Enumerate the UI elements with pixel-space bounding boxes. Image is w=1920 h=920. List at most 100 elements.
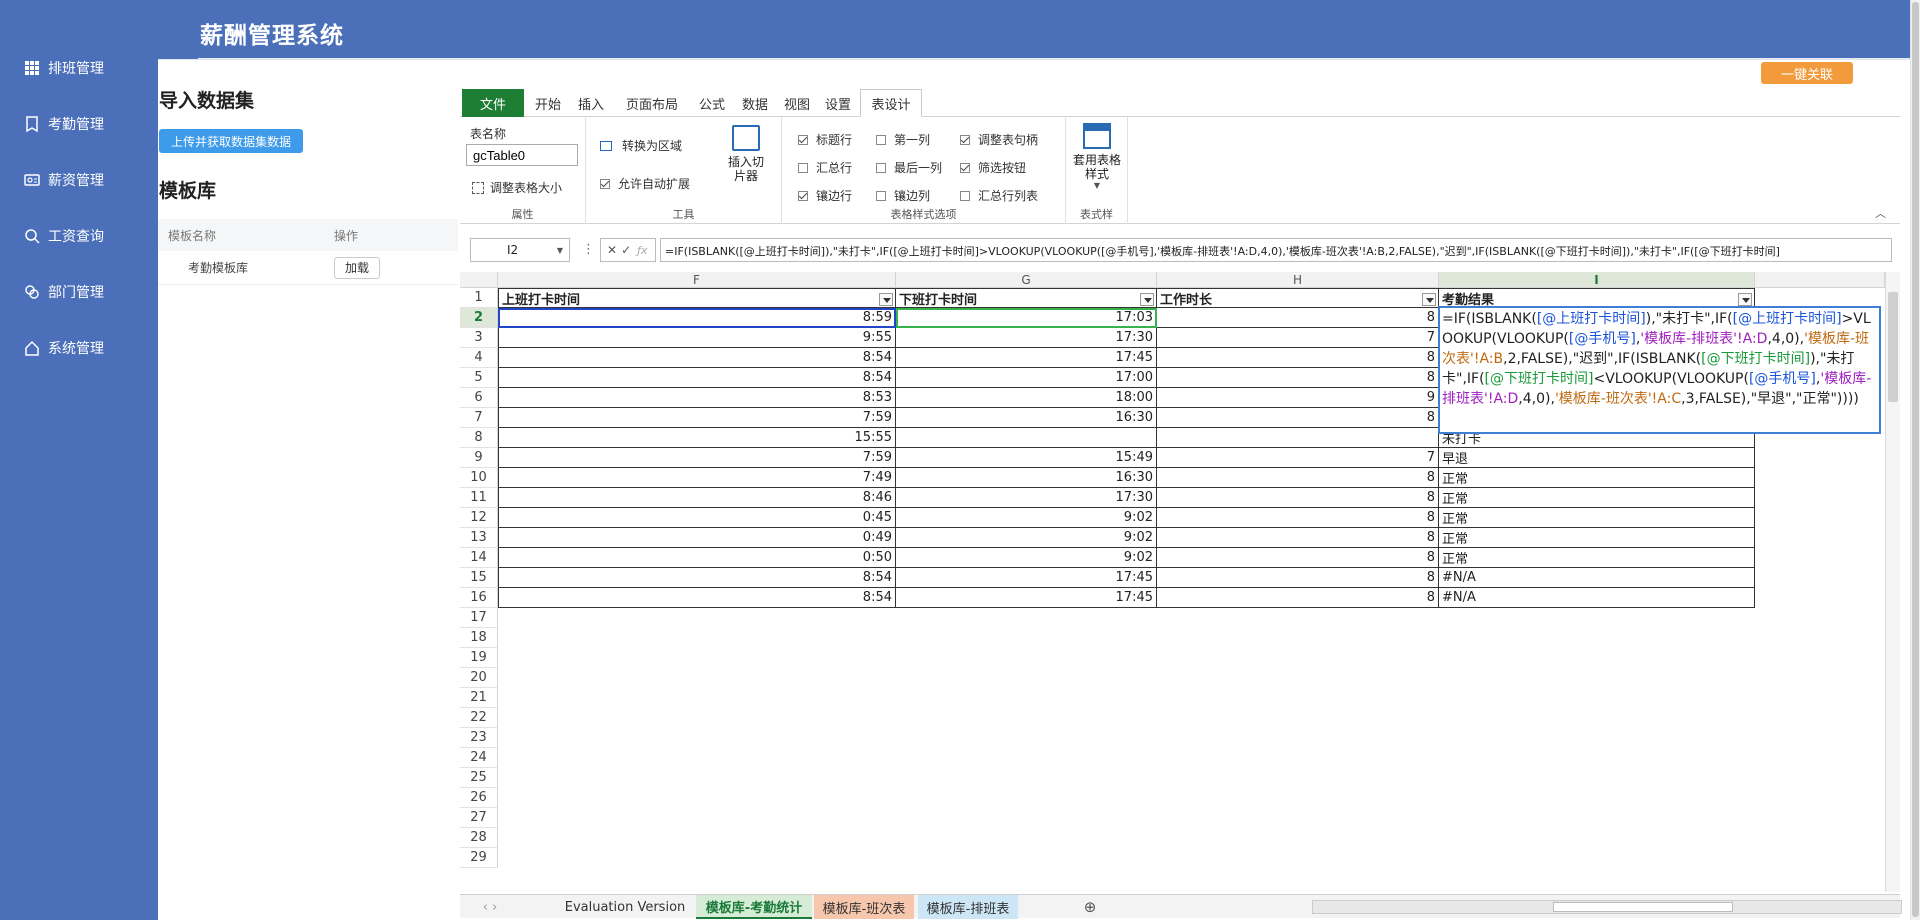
cancel-icon[interactable]: ✕ (607, 243, 617, 257)
sheet-tab-evaluation[interactable]: Evaluation Version (560, 895, 690, 919)
add-sheet-icon[interactable]: ⊕ (1078, 895, 1102, 919)
table-cell[interactable]: 8 (1157, 508, 1439, 528)
table-cell[interactable]: 8:46 (498, 488, 896, 508)
tab-insert[interactable]: 插入 (570, 89, 612, 117)
option-first-column[interactable]: 第一列 (876, 131, 930, 148)
sidebar-item-department[interactable]: 部门管理 (0, 277, 158, 307)
row-header[interactable]: 16 (460, 588, 498, 608)
row-header[interactable]: 6 (460, 388, 498, 408)
table-cell[interactable]: 15:49 (896, 448, 1157, 468)
table-cell[interactable]: 7 (1157, 328, 1439, 348)
option-resize-handle[interactable]: 调整表句柄 (960, 131, 1038, 148)
tab-settings[interactable]: 设置 (818, 89, 858, 117)
vertical-scrollbar-thumb[interactable] (1888, 292, 1898, 402)
cell-formula-editor[interactable]: =IF(ISBLANK([@上班打卡时间]),"未打卡",IF([@上班打卡时间… (1438, 306, 1881, 434)
filter-dropdown-icon[interactable] (879, 293, 893, 306)
table-cell[interactable]: 8:53 (498, 388, 896, 408)
page-scrollbar-thumb[interactable] (1912, 2, 1919, 917)
option-banded-columns[interactable]: 镶边列 (876, 187, 930, 204)
sidebar-item-system[interactable]: 系统管理 (0, 333, 158, 363)
more-icon[interactable]: ⋮ (582, 242, 595, 257)
option-last-column[interactable]: 最后一列 (876, 159, 942, 176)
sheet-grid[interactable]: F G H I 1 上班打卡时间 下班打卡时间 工作时长 考勤结果 2 8:59 17:03 8… (460, 272, 1885, 892)
table-cell[interactable]: 0:45 (498, 508, 896, 528)
table-cell[interactable]: 17:00 (896, 368, 1157, 388)
sheet-nav-arrows[interactable]: ‹ › (470, 895, 510, 919)
filter-dropdown-icon[interactable] (1140, 293, 1154, 306)
row-header[interactable]: 23 (460, 728, 498, 748)
table-header-cell[interactable]: 下班打卡时间 (896, 288, 1157, 308)
allow-auto-expand-checkbox[interactable]: 允许自动扩展 (600, 175, 690, 192)
row-header[interactable]: 8 (460, 428, 498, 448)
table-header-cell[interactable]: 工作时长 (1157, 288, 1439, 308)
collapse-ribbon-icon[interactable]: ︿ (1875, 205, 1886, 221)
table-cell[interactable]: 0:49 (498, 528, 896, 548)
horizontal-scrollbar-thumb[interactable] (1553, 902, 1733, 912)
table-cell[interactable]: 17:30 (896, 488, 1157, 508)
horizontal-scrollbar[interactable] (1312, 900, 1902, 914)
table-cell[interactable]: 正常 (1439, 548, 1755, 568)
fx-icon[interactable]: ƒx (637, 244, 647, 257)
row-header[interactable]: 14 (460, 548, 498, 568)
row-header[interactable]: 11 (460, 488, 498, 508)
option-total-row[interactable]: 汇总行 (798, 159, 852, 176)
sheet-tab-schedule[interactable]: 模板库-排班表 (918, 895, 1018, 919)
row-header[interactable]: 27 (460, 808, 498, 828)
row-header[interactable]: 15 (460, 568, 498, 588)
table-header-cell[interactable]: 考勤结果 (1439, 288, 1755, 308)
table-cell[interactable]: 8 (1157, 548, 1439, 568)
table-cell[interactable]: 正常 (1439, 488, 1755, 508)
tab-formulas[interactable]: 公式 (692, 89, 732, 117)
row-header[interactable]: 9 (460, 448, 498, 468)
table-cell[interactable]: 8 (1157, 408, 1439, 428)
row-header[interactable]: 1 (460, 288, 498, 308)
tab-file[interactable]: 文件 (462, 89, 524, 117)
table-cell[interactable]: 早退 (1439, 448, 1755, 468)
column-header-g[interactable]: G (896, 272, 1157, 288)
row-header[interactable]: 10 (460, 468, 498, 488)
table-cell[interactable]: 17:45 (896, 348, 1157, 368)
table-cell[interactable]: 9:02 (896, 528, 1157, 548)
table-cell[interactable]: 7 (1157, 448, 1439, 468)
option-banded-rows[interactable]: 镶边行 (798, 187, 852, 204)
column-header-f[interactable]: F (498, 272, 896, 288)
insert-slicer-button[interactable]: 插入切片器 (716, 125, 776, 183)
row-header[interactable]: 24 (460, 748, 498, 768)
row-header[interactable]: 22 (460, 708, 498, 728)
sheet-tab-shift[interactable]: 模板库-班次表 (814, 895, 914, 919)
sidebar-item-scheduling[interactable]: 排班管理 (0, 53, 158, 83)
sidebar-item-salary[interactable]: 薪资管理 (0, 165, 158, 195)
row-header[interactable]: 29 (460, 848, 498, 868)
tab-data[interactable]: 数据 (734, 89, 776, 117)
table-cell[interactable]: 9 (1157, 388, 1439, 408)
table-cell[interactable]: 7:59 (498, 408, 896, 428)
row-header[interactable]: 28 (460, 828, 498, 848)
table-cell[interactable]: 正常 (1439, 528, 1755, 548)
table-cell[interactable]: 7:49 (498, 468, 896, 488)
convert-to-range-button[interactable]: 转换为区域 (600, 137, 682, 154)
table-cell[interactable]: 8 (1157, 488, 1439, 508)
corner-header[interactable] (460, 272, 498, 288)
table-cell[interactable]: 0:50 (498, 548, 896, 568)
row-header[interactable]: 5 (460, 368, 498, 388)
row-header[interactable]: 25 (460, 768, 498, 788)
filter-dropdown-icon[interactable] (1422, 293, 1436, 306)
table-cell[interactable]: 7:59 (498, 448, 896, 468)
filter-dropdown-icon[interactable] (1738, 293, 1752, 306)
row-header[interactable]: 18 (460, 628, 498, 648)
row-header[interactable]: 7 (460, 408, 498, 428)
sidebar-item-attendance[interactable]: 考勤管理 (0, 109, 158, 139)
table-cell[interactable]: 正常 (1439, 508, 1755, 528)
table-header-cell[interactable]: 上班打卡时间 (498, 288, 896, 308)
table-cell[interactable]: #N/A (1439, 588, 1755, 608)
tab-view[interactable]: 视图 (776, 89, 818, 117)
table-cell[interactable]: 8:54 (498, 348, 896, 368)
upload-dataset-button[interactable]: 上传并获取数据集数据 (159, 129, 303, 153)
tab-table-design[interactable]: 表设计 (860, 89, 922, 117)
table-cell[interactable]: 8 (1157, 528, 1439, 548)
row-header[interactable]: 20 (460, 668, 498, 688)
row-header[interactable]: 26 (460, 788, 498, 808)
load-template-button[interactable]: 加载 (334, 256, 380, 279)
table-name-input[interactable] (466, 144, 578, 166)
row-header[interactable]: 4 (460, 348, 498, 368)
